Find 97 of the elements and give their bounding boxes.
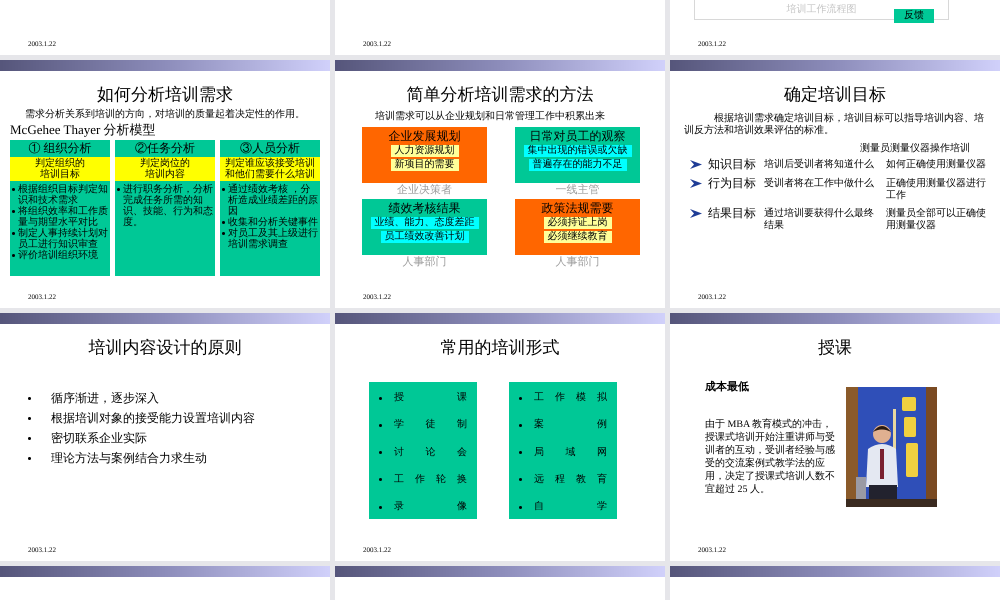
- bullet-icon: [222, 188, 225, 191]
- item-label: 必须持证上岗: [544, 217, 612, 229]
- column-heading: ① 组织分析: [28, 140, 92, 157]
- goal-question: 通过培训要获得什么最终结果: [764, 208, 875, 232]
- bullet-icon: [222, 221, 225, 224]
- item-label: 人力资源规划: [390, 145, 458, 157]
- method-label: 局域网: [534, 446, 607, 458]
- highlight-label: 培训目标: [40, 169, 80, 180]
- item-label: 集中出现的错误或欠缺: [524, 145, 632, 157]
- box-caption: 一线主管: [554, 183, 600, 197]
- highlight-label: 培训内容: [145, 169, 185, 180]
- intro-text: 根据培训需求确定培训目标，培训目标可以指导培训内容、培训反方法和培训效果评估的标准。: [684, 113, 985, 137]
- goal-example: 如何正确使用测量仪器: [886, 159, 987, 171]
- method-label: 讨论会: [394, 446, 467, 458]
- bullet-icon: [379, 506, 382, 508]
- slide-title: 简单分析培训需求的方法: [406, 85, 594, 105]
- bullet-text: 密切联系企业实际: [51, 430, 147, 447]
- bullet-icon: [379, 396, 382, 400]
- box-title: 企业发展规划: [388, 129, 460, 143]
- item-label: 普遍存在的能力不足: [528, 159, 626, 171]
- bullet-icon: [12, 254, 15, 257]
- bullet-icon: [12, 210, 15, 213]
- goal-example: 测量员全部可以正确使用测量仪器: [886, 208, 987, 232]
- bullet-icon: [222, 232, 225, 235]
- bullet-text: 理论方法与案例结合力求生动: [51, 450, 207, 467]
- goal-label: 知识目标: [708, 157, 757, 172]
- bullet-icon: [12, 232, 15, 235]
- box-caption: 企业决策者: [396, 183, 453, 197]
- bullet-icon: [519, 451, 522, 454]
- box-caption: 人事部门: [402, 255, 448, 269]
- method-label: 录像: [394, 501, 467, 513]
- bullet-icon: [519, 396, 522, 400]
- slide-thumbnail[interactable]: [0, 60, 330, 308]
- paragraph: 由于 MBA 教育模式的冲击，授课式培训开始注重讲师与受训者的互动，受训者经验与感受的交流案例式教学法的应用，决定了授课式培训人数不宜超过 25 人。: [705, 418, 836, 496]
- slide-title: 常用的培训形式: [440, 338, 560, 358]
- box-caption: 人事部门: [554, 255, 600, 269]
- bullet-text: 进行职务分析，分析完成任务所需的知识、技能、行为和态度。: [123, 184, 213, 228]
- subtitle: 成本最低: [705, 380, 750, 394]
- flowchart-caption: 培训工作流程图: [786, 4, 856, 16]
- highlight-label: 判定组织的: [35, 158, 85, 169]
- bullet-text: 将组织效率和工作质量与期望水平对比: [18, 206, 108, 228]
- bullet-icon: [28, 436, 31, 440]
- bullet-icon: [379, 451, 382, 454]
- highlight-label: 判定岗位的: [140, 158, 190, 169]
- model-title: McGehee Thayer 分析模型: [10, 122, 157, 137]
- bullet-icon: [379, 478, 382, 482]
- bullet-icon: [519, 506, 522, 508]
- bullet-icon: [28, 456, 31, 460]
- slide-title: 培训内容设计的原则: [88, 338, 242, 358]
- bullet-icon: [519, 424, 522, 427]
- method-label: 工作模拟: [534, 392, 607, 404]
- column-heading: ②任务分析: [134, 140, 196, 157]
- goal-label: 行为目标: [708, 176, 757, 191]
- item-label: 员工绩效改善计划: [380, 231, 468, 243]
- bullet-icon: [28, 416, 31, 420]
- method-label: 自学: [534, 501, 607, 513]
- bullet-icon: [519, 478, 522, 482]
- goal-question: 受训者将在工作中做什么: [764, 178, 875, 190]
- bullet-text: 通过绩效考核 ，分析造成业绩差距的原因: [228, 184, 318, 217]
- method-label: 授课: [394, 392, 467, 404]
- column-heading: ③人员分析: [239, 140, 301, 157]
- method-label: 远程教育: [534, 474, 607, 486]
- highlight-label: 和他们需要什么培训: [225, 169, 315, 180]
- slide-title: 确定培训目标: [783, 85, 887, 105]
- method-label: 案例: [534, 419, 607, 432]
- box-title: 政策法规需要: [542, 201, 614, 215]
- feedback-box: 反馈: [894, 9, 934, 23]
- chevron-icon: [690, 179, 702, 188]
- bullet-text: 根据培训对象的接受能力设置培训内容: [51, 410, 255, 427]
- goal-example: 正确使用测量仪器进行工作: [886, 178, 987, 202]
- intro-text: 需求分析关系到培训的方向，对培训的质量起着决定性的作用。: [24, 109, 306, 121]
- method-label: 学徒制: [394, 419, 467, 432]
- bullet-text: 对员工及其上级进行培训需求调查: [228, 228, 318, 250]
- bullet-icon: [379, 424, 382, 427]
- bullet-text: 评价培训组织环境: [18, 250, 98, 261]
- item-label: 必须继续教育: [544, 231, 612, 243]
- bullet-text: 制定人事持续计划对员工进行知识审查: [18, 228, 108, 250]
- bullet-text: 收集和分析关键事件: [228, 217, 318, 228]
- example-heading: 测量员测量仪器操作培训: [859, 143, 970, 155]
- bullet-text: 循序渐进，逐步深入: [51, 390, 159, 407]
- intro-text: 培训需求可以从企业规划和日常管理工作中积累出来: [375, 111, 606, 123]
- slide-title: 授课: [817, 338, 853, 358]
- goal-label: 结果目标: [708, 206, 757, 221]
- bullet-text: 根据组织目标判定知识和技术需求: [18, 184, 108, 206]
- method-label: 工作轮换: [394, 474, 467, 486]
- slide-title: 如何分析培训需求: [96, 85, 234, 105]
- highlight-label: 判定谁应该接受培训: [225, 158, 315, 169]
- bullet-icon: [12, 188, 15, 191]
- chevron-icon: [690, 160, 702, 169]
- item-label: 新项目的需要: [390, 159, 458, 171]
- box-title: 绩效考核结果: [388, 201, 460, 215]
- box-title: 日常对员工的观察: [530, 129, 626, 143]
- chevron-icon: [690, 209, 702, 218]
- goal-question: 培训后受训者将知道什么: [764, 159, 875, 171]
- bullet-icon: [117, 188, 120, 191]
- item-label: 业绩、能力、态度差距: [370, 217, 478, 229]
- bullet-icon: [28, 396, 31, 400]
